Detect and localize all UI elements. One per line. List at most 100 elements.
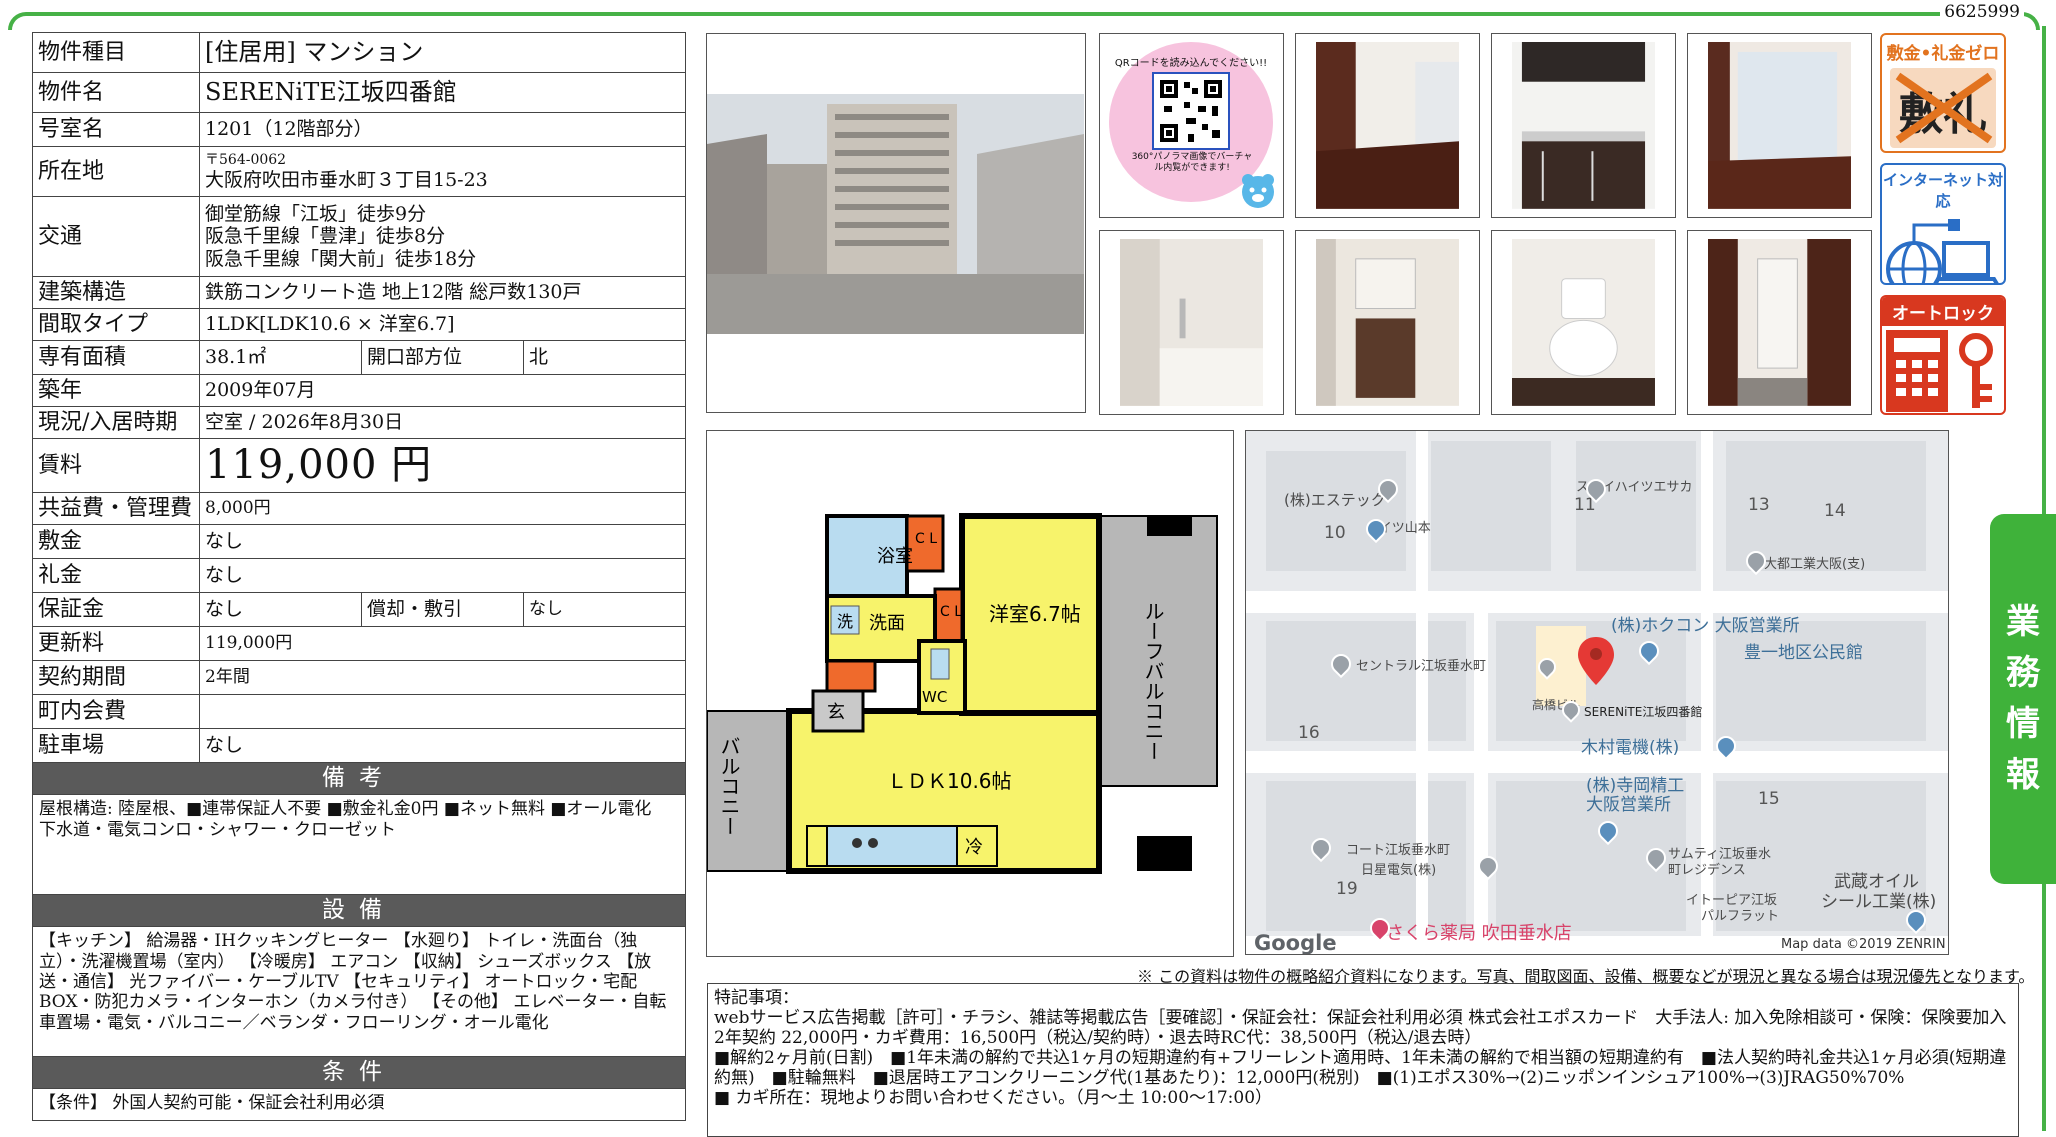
badge-zero-deposit: 敷金•礼金ゼロ 敷礼: [1880, 33, 2006, 153]
renewal-label: 更新料: [32, 626, 200, 661]
map-google-logo: Google: [1254, 931, 1337, 955]
badge-autolock: オートロック: [1880, 295, 2006, 415]
plan-balcony-label: バルコニー: [717, 736, 741, 836]
tab-char: 業: [2006, 602, 2040, 642]
location-map[interactable]: (株)エステック ハイツ山本 スカイハイツエサカ 大都工業大阪(支) (株)ホク…: [1245, 430, 1949, 955]
special-notes-title: 特記事項：: [714, 988, 799, 1008]
structure-value: 鉄筋コンクリート造 地上12階 総戸数130戸: [199, 276, 686, 309]
address-zip: 〒564-0062: [205, 152, 287, 169]
map-label: パルフラット: [1701, 909, 1780, 924]
traffic-label: 交通: [32, 196, 200, 277]
badge-internet: インターネット対応: [1880, 163, 2006, 285]
type-label: 物件種目: [32, 32, 200, 73]
qr-top-text: QRコードを読み込んでください!!: [1114, 58, 1268, 69]
qr-panorama-card[interactable]: QRコードを読み込んでください!! 360°パノラマ画像でバーチャル内覧ができま…: [1099, 33, 1284, 218]
globe-laptop-icon: [1886, 219, 1999, 283]
address-value: 大阪府吹田市垂水町３丁目15-23: [205, 168, 488, 191]
map-label: セントラル江坂垂水町: [1356, 659, 1487, 674]
key-money-label: 礼金: [32, 558, 200, 593]
plan-roof-balcony-label: ルーフバルコニー: [1141, 601, 1165, 761]
traffic-cell: 御堂筋線「江坂」徒歩9分 阪急千里線「豊津」徒歩8分 阪急千里線「関大前」徒歩1…: [199, 196, 686, 277]
layout-label: 間取タイプ: [32, 308, 200, 341]
tab-char: 報: [2006, 755, 2040, 795]
room-value: 1201（12階部分）: [199, 112, 686, 147]
map-block-number: 14: [1824, 501, 1846, 521]
interior-photo-kitchen[interactable]: [1491, 33, 1676, 218]
rent-value: 119,000 円: [199, 438, 686, 493]
status-value: 空室 / 2026年8月30日: [199, 406, 686, 439]
status-label: 現況/入居時期: [32, 406, 200, 439]
map-credit: Map data ©2019 ZENRIN: [1781, 937, 1946, 952]
qr-bottom-text: 360°パノラマ画像でバーチャル内覧ができます!: [1131, 152, 1253, 173]
interior-photo-entrance[interactable]: [1687, 230, 1872, 415]
map-block-number: 16: [1298, 723, 1320, 743]
badge-autolock-title: オートロック: [1882, 297, 2004, 326]
kitchen-image: [1512, 42, 1655, 209]
map-label: 豊一地区公民館: [1744, 643, 1863, 663]
interior-photo-living[interactable]: [1295, 33, 1480, 218]
interior-photo-toilet[interactable]: [1491, 230, 1676, 415]
deposit-label: 敷金: [32, 524, 200, 559]
tab-char: 務: [2006, 653, 2040, 693]
renewal-value: 119,000円: [199, 626, 686, 661]
map-label: 大都工業大阪(支): [1764, 557, 1866, 572]
map-label: (株)エステック: [1284, 491, 1386, 509]
traffic-line: 御堂筋線「江坂」徒歩9分: [205, 202, 427, 225]
plan-closet1-label: C L: [915, 531, 937, 547]
map-label: 町レジデンス: [1668, 863, 1746, 878]
interior-photo-room[interactable]: [1687, 33, 1872, 218]
floor-plan[interactable]: 浴室 洗 洗面 C L C L 洋室6.7帖 ルーフバルコニー 玄 WC ＬＤＫ…: [706, 430, 1234, 957]
plan-entrance-label: 玄: [827, 702, 845, 723]
facing-value: 北: [523, 340, 686, 375]
badge-zero-title: 敷金•礼金ゼロ: [1886, 44, 2000, 64]
rent-label: 賃料: [32, 438, 200, 493]
interior-photo-bath[interactable]: [1099, 230, 1284, 415]
special-notes-line: webサービス広告掲載［許可］・チラシ、雑誌等掲載広告［要確認］・保証会社：保証…: [714, 1008, 2007, 1049]
document-id: 6625999: [1940, 2, 2024, 22]
facing-label: 開口部方位: [361, 340, 524, 375]
period-value: 2年間: [199, 660, 686, 695]
interior-photo-washroom[interactable]: [1295, 230, 1480, 415]
map-label: 日星電気(株): [1361, 863, 1437, 878]
guarantee-value: なし: [199, 592, 362, 627]
page-frame: [8, 12, 2040, 30]
mascot-icon: [1242, 174, 1274, 208]
plan-bath-label: 浴室: [877, 546, 913, 567]
qr-code-icon[interactable]: [1152, 72, 1230, 150]
map-label: SERENiTE江坂四番館: [1584, 705, 1703, 719]
plan-ldk-label: ＬＤＫ10.6帖: [887, 769, 1012, 793]
bathroom-image: [1120, 239, 1263, 406]
plan-wc-label: WC: [922, 688, 947, 706]
type-value: [住居用] マンション: [199, 32, 686, 73]
amortization-value: なし: [523, 592, 686, 627]
plan-wash-icon-label: 洗: [837, 612, 853, 631]
conditions-text: 【条件】 外国人契約可能・保証会社利用必須: [32, 1088, 686, 1122]
plan-bedroom-label: 洋室6.7帖: [989, 602, 1081, 626]
map-label: さくら薬局 吹田垂水店: [1386, 923, 1572, 944]
built-label: 築年: [32, 374, 200, 407]
address-cell: 〒564-0062 大阪府吹田市垂水町３丁目15-23: [199, 146, 686, 197]
address-label: 所在地: [32, 146, 200, 197]
badge-zero-body: 敷礼: [1890, 68, 1996, 148]
area-value: 38.1㎡: [199, 340, 362, 375]
remarks-text: 屋根構造: 陸屋根、■連帯保証人不要 ■敷金礼金0円 ■ネット無料 ■オール電化…: [32, 794, 686, 896]
special-notes-line: ■ カギ所在：現地よりお問い合わせください。（月～土 10:00～17:00）: [714, 1088, 1273, 1109]
map-block-number: 15: [1758, 789, 1780, 809]
remarks-heading: 備考: [32, 761, 686, 796]
map-label: コート江坂垂水町: [1346, 843, 1451, 858]
fee-value: 8,000円: [199, 492, 686, 525]
map-label: 大阪営業所: [1586, 795, 1671, 815]
business-info-tab[interactable]: 業 務 情 報: [1990, 514, 2056, 884]
exterior-photo: [706, 33, 1086, 413]
plan-wash-label: 洗面: [869, 613, 905, 634]
area-label: 専有面積: [32, 340, 200, 375]
map-label: シール工業(株): [1821, 892, 1937, 912]
deposit-value: なし: [199, 524, 686, 559]
amortization-label: 償却・敷引: [361, 592, 524, 627]
period-label: 契約期間: [32, 660, 200, 695]
property-location-pin-icon[interactable]: [1576, 635, 1616, 687]
fee-label: 共益費・管理費: [32, 492, 200, 525]
building-image: [707, 34, 1084, 411]
map-block-number: 13: [1748, 495, 1770, 515]
special-notes-box: 特記事項： webサービス広告掲載［許可］・チラシ、雑誌等掲載広告［要確認］・保…: [707, 983, 2019, 1137]
